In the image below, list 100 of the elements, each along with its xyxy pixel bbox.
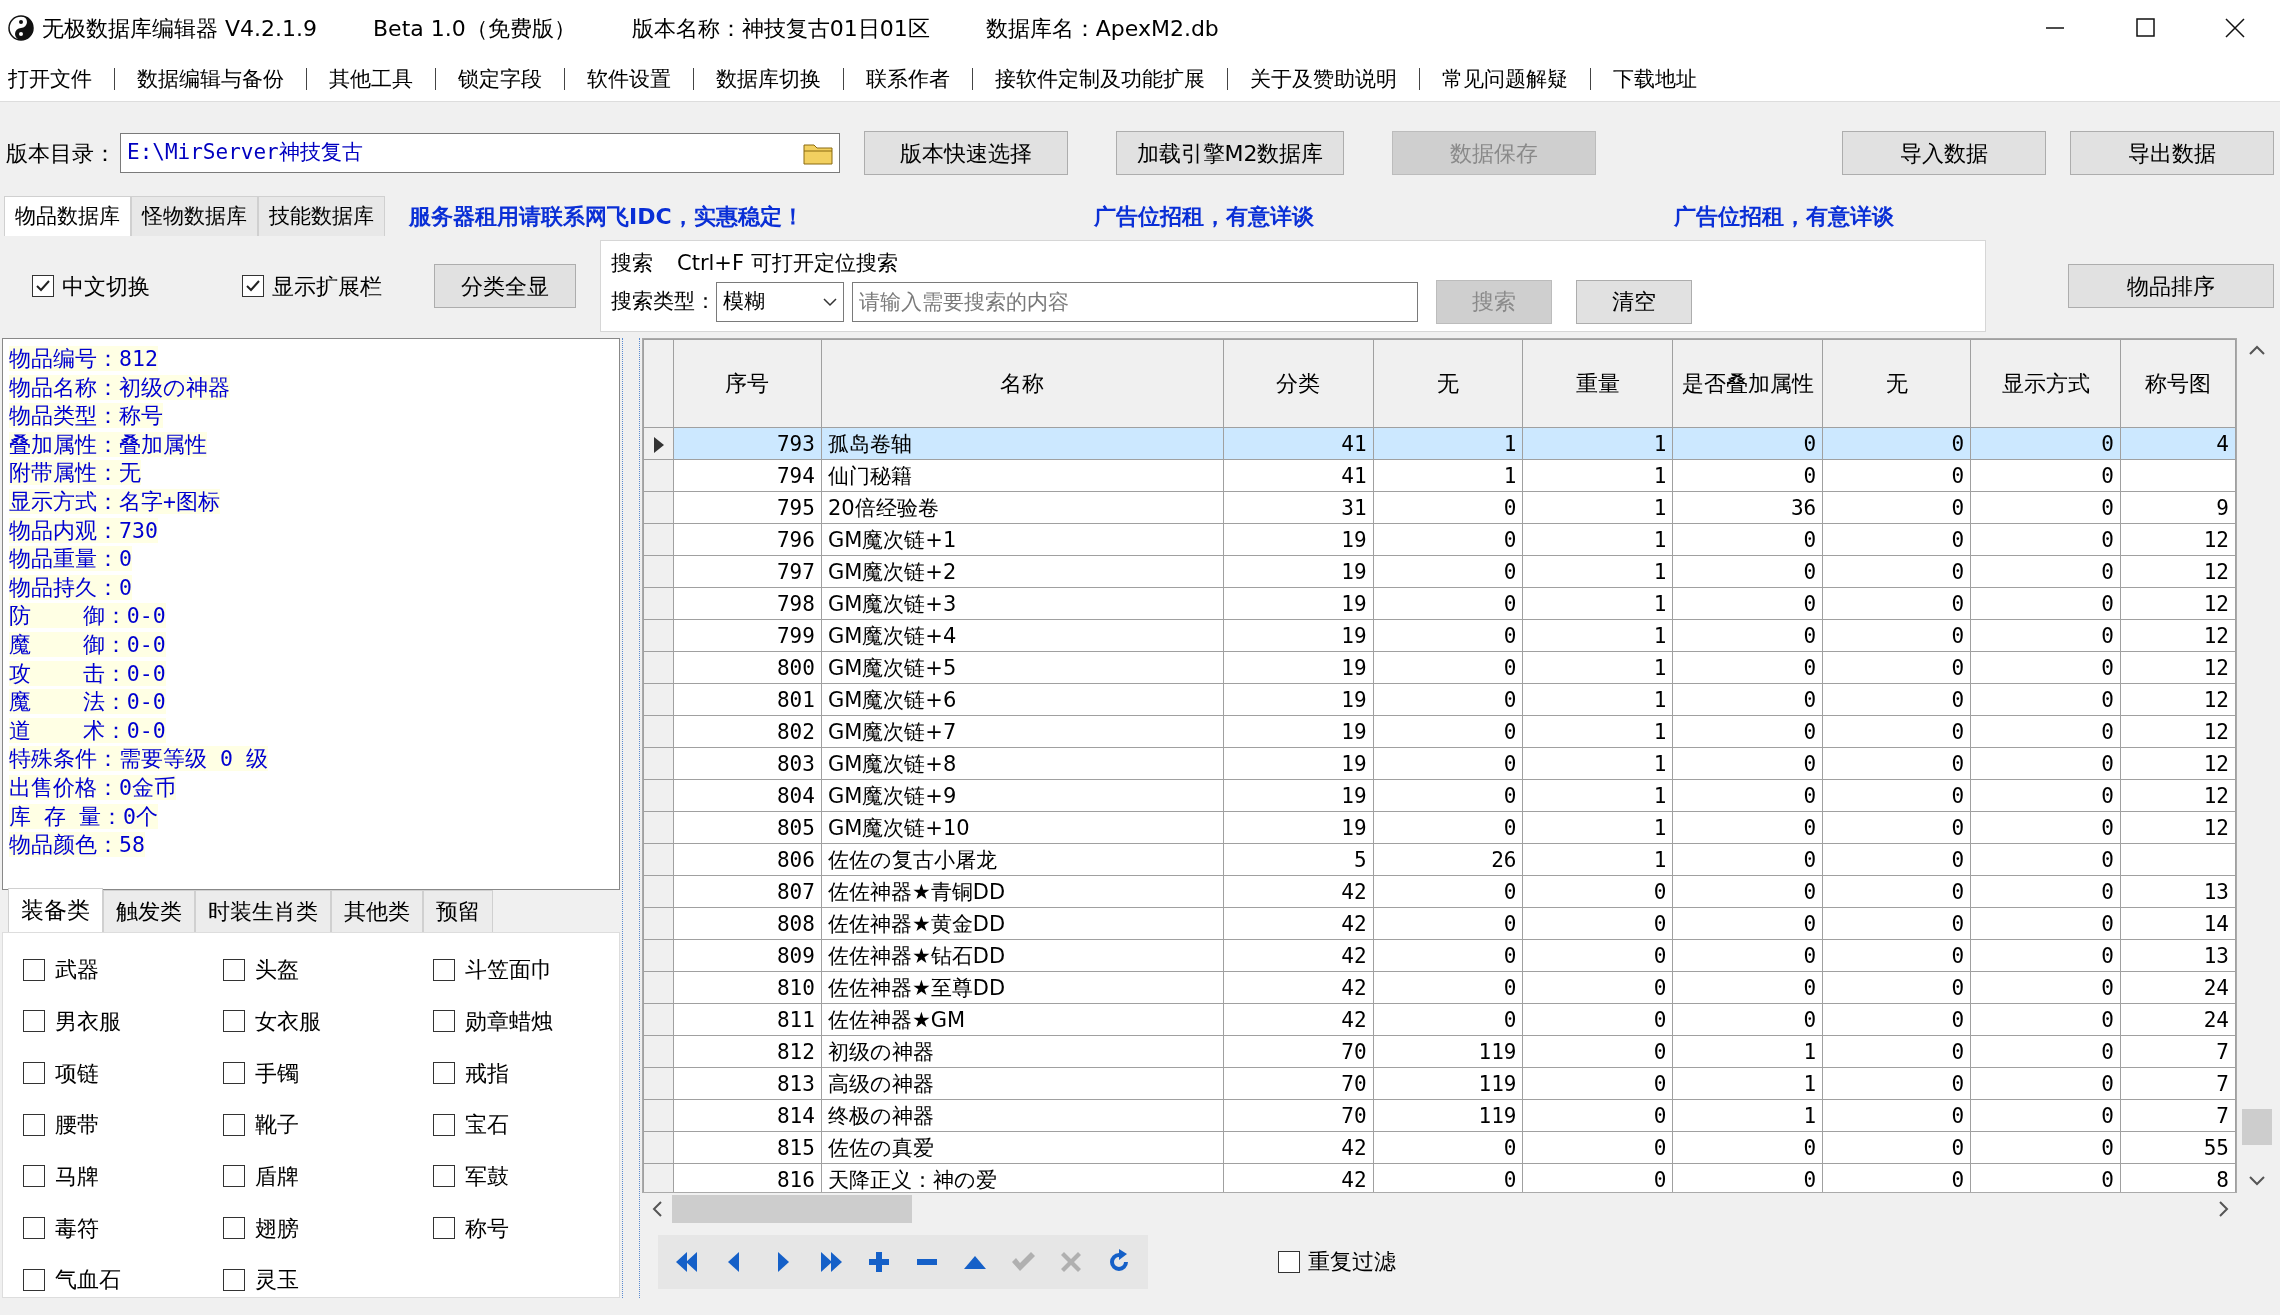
search-button[interactable]: 清空 xyxy=(1576,279,1692,324)
checkbox[interactable] xyxy=(433,1062,455,1085)
checkbox[interactable] xyxy=(433,958,455,981)
table-cell: GM魔次链+10 xyxy=(821,811,1224,844)
menu-item[interactable]: 联系作者 xyxy=(843,67,972,90)
tab[interactable]: 预留 xyxy=(423,889,493,932)
table-cell: 0 xyxy=(1970,1067,2121,1100)
checkbox[interactable] xyxy=(242,275,264,297)
checkbox[interactable] xyxy=(23,958,45,981)
show-all-button[interactable]: 分类全显 xyxy=(434,264,576,308)
menu-item[interactable]: 关于及赞助说明 xyxy=(1227,67,1419,90)
toolbar-button[interactable]: 加载引擎M2数据库 xyxy=(1116,131,1344,175)
scroll-thumb[interactable] xyxy=(2242,1109,2272,1145)
menu-item[interactable]: 下载地址 xyxy=(1590,67,1719,90)
table-cell: 4 xyxy=(2120,427,2236,460)
table-cell: 7 xyxy=(2120,1099,2236,1132)
checkbox[interactable] xyxy=(223,1010,245,1033)
close-icon[interactable] xyxy=(2224,18,2246,38)
column-header[interactable]: 名称 xyxy=(821,339,1224,428)
checkbox[interactable] xyxy=(433,1010,455,1033)
info-text: 库 存 量：0个 xyxy=(9,803,158,829)
table-cell: 0 xyxy=(1822,843,1971,876)
table-cell: 佐佐の真爱 xyxy=(821,1131,1224,1164)
maximize-icon[interactable] xyxy=(2134,18,2156,38)
tab[interactable]: 触发类 xyxy=(103,889,195,932)
checkbox[interactable] xyxy=(23,1165,45,1188)
table-cell: 798 xyxy=(673,587,822,620)
column-header[interactable]: 无 xyxy=(1822,339,1971,428)
scroll-left-icon[interactable] xyxy=(650,1200,664,1219)
info-text: 魔 御：0-0 xyxy=(9,631,166,657)
checkbox[interactable] xyxy=(433,1113,455,1136)
column-header[interactable]: 重量 xyxy=(1523,339,1673,428)
scroll-down-icon[interactable] xyxy=(2248,1175,2266,1187)
tab[interactable]: 技能数据库 xyxy=(258,195,385,236)
sort-button[interactable]: 物品排序 xyxy=(2068,264,2274,308)
toolbar-button[interactable]: 导出数据 xyxy=(2070,131,2274,175)
checkbox[interactable] xyxy=(23,1113,45,1136)
search-type-dropdown[interactable]: 模糊 xyxy=(716,281,844,322)
search-field[interactable]: 请输入需要搜索的内容 xyxy=(852,281,1418,322)
ad-text: 服务器租用请联系网飞IDC，实惠稳定！ xyxy=(409,202,804,231)
table-cell: 0 xyxy=(1672,427,1823,460)
column-header[interactable]: 显示方式 xyxy=(1970,339,2121,428)
table-cell: 26 xyxy=(1373,843,1523,876)
checkbox-label: 项链 xyxy=(55,1059,99,1088)
column-header[interactable]: 是否叠加属性 xyxy=(1672,339,1823,428)
checkbox[interactable] xyxy=(32,275,54,297)
window-title: 无极数据库编辑器 V4.2.1.9 xyxy=(42,14,317,43)
tab[interactable]: 物品数据库 xyxy=(4,195,131,236)
table-cell: 12 xyxy=(2120,683,2236,716)
scroll-up-icon[interactable] xyxy=(2248,344,2266,356)
menu-item[interactable]: 其他工具 xyxy=(306,67,435,90)
table-cell: 1 xyxy=(1523,715,1673,748)
checkbox[interactable] xyxy=(23,1268,45,1291)
table-cell: 0 xyxy=(1373,1003,1523,1036)
checkbox[interactable] xyxy=(23,1010,45,1033)
checkbox[interactable] xyxy=(433,1217,455,1240)
table-cell: 0 xyxy=(1970,555,2121,588)
checkbox[interactable] xyxy=(223,958,245,981)
checkbox[interactable] xyxy=(433,1165,455,1188)
scroll-thumb[interactable] xyxy=(672,1195,912,1224)
checkbox[interactable] xyxy=(223,1217,245,1240)
checkbox[interactable] xyxy=(223,1165,245,1188)
tab[interactable]: 怪物数据库 xyxy=(131,195,258,236)
tab[interactable]: 装备类 xyxy=(8,888,103,932)
table-cell: 佐佐神器★黄金DD xyxy=(821,907,1224,940)
checkbox[interactable] xyxy=(1278,1250,1300,1273)
column-header[interactable]: 无 xyxy=(1373,339,1523,428)
toolbar-button[interactable]: 导入数据 xyxy=(1842,131,2046,175)
table-cell: 797 xyxy=(673,555,822,588)
table-cell: 1 xyxy=(1373,427,1523,460)
menu-item[interactable]: 常见问题解疑 xyxy=(1419,67,1590,90)
tab[interactable]: 时装生肖类 xyxy=(195,889,331,932)
tab[interactable]: 其他类 xyxy=(331,889,423,932)
column-header[interactable]: 序号 xyxy=(673,339,822,428)
table-cell: 0 xyxy=(1373,683,1523,716)
checkbox[interactable] xyxy=(223,1062,245,1085)
checkbox[interactable] xyxy=(223,1268,245,1291)
path-field[interactable]: E:\MirServer神技复古 xyxy=(120,133,840,173)
table-cell: 高级の神器 xyxy=(821,1067,1224,1100)
scroll-right-icon[interactable] xyxy=(2217,1200,2231,1219)
toolbar-button[interactable]: 版本快速选择 xyxy=(864,131,1068,175)
checkbox-label: 腰带 xyxy=(55,1111,99,1140)
menu-item[interactable]: 软件设置 xyxy=(564,67,693,90)
checkbox[interactable] xyxy=(23,1217,45,1240)
menu-item[interactable]: 锁定字段 xyxy=(435,67,564,90)
folder-icon[interactable] xyxy=(803,141,833,165)
menu-item[interactable]: 打开文件 xyxy=(0,67,114,90)
table-cell: 12 xyxy=(2120,747,2236,780)
menu-item[interactable]: 数据库切换 xyxy=(693,67,843,90)
column-header[interactable]: 称号图 xyxy=(2120,339,2236,428)
info-text: 显示方式：名字+图标 xyxy=(9,488,220,514)
table-cell: 0 xyxy=(1970,971,2121,1004)
checkbox[interactable] xyxy=(223,1113,245,1136)
field-label: 版本目录： xyxy=(6,139,116,168)
table-cell: 0 xyxy=(1970,779,2121,812)
splitter[interactable] xyxy=(622,338,640,1298)
checkbox[interactable] xyxy=(23,1062,45,1085)
column-header[interactable]: 分类 xyxy=(1223,339,1374,428)
menu-item[interactable]: 数据编辑与备份 xyxy=(114,67,306,90)
menu-item[interactable]: 接软件定制及功能扩展 xyxy=(972,67,1227,90)
